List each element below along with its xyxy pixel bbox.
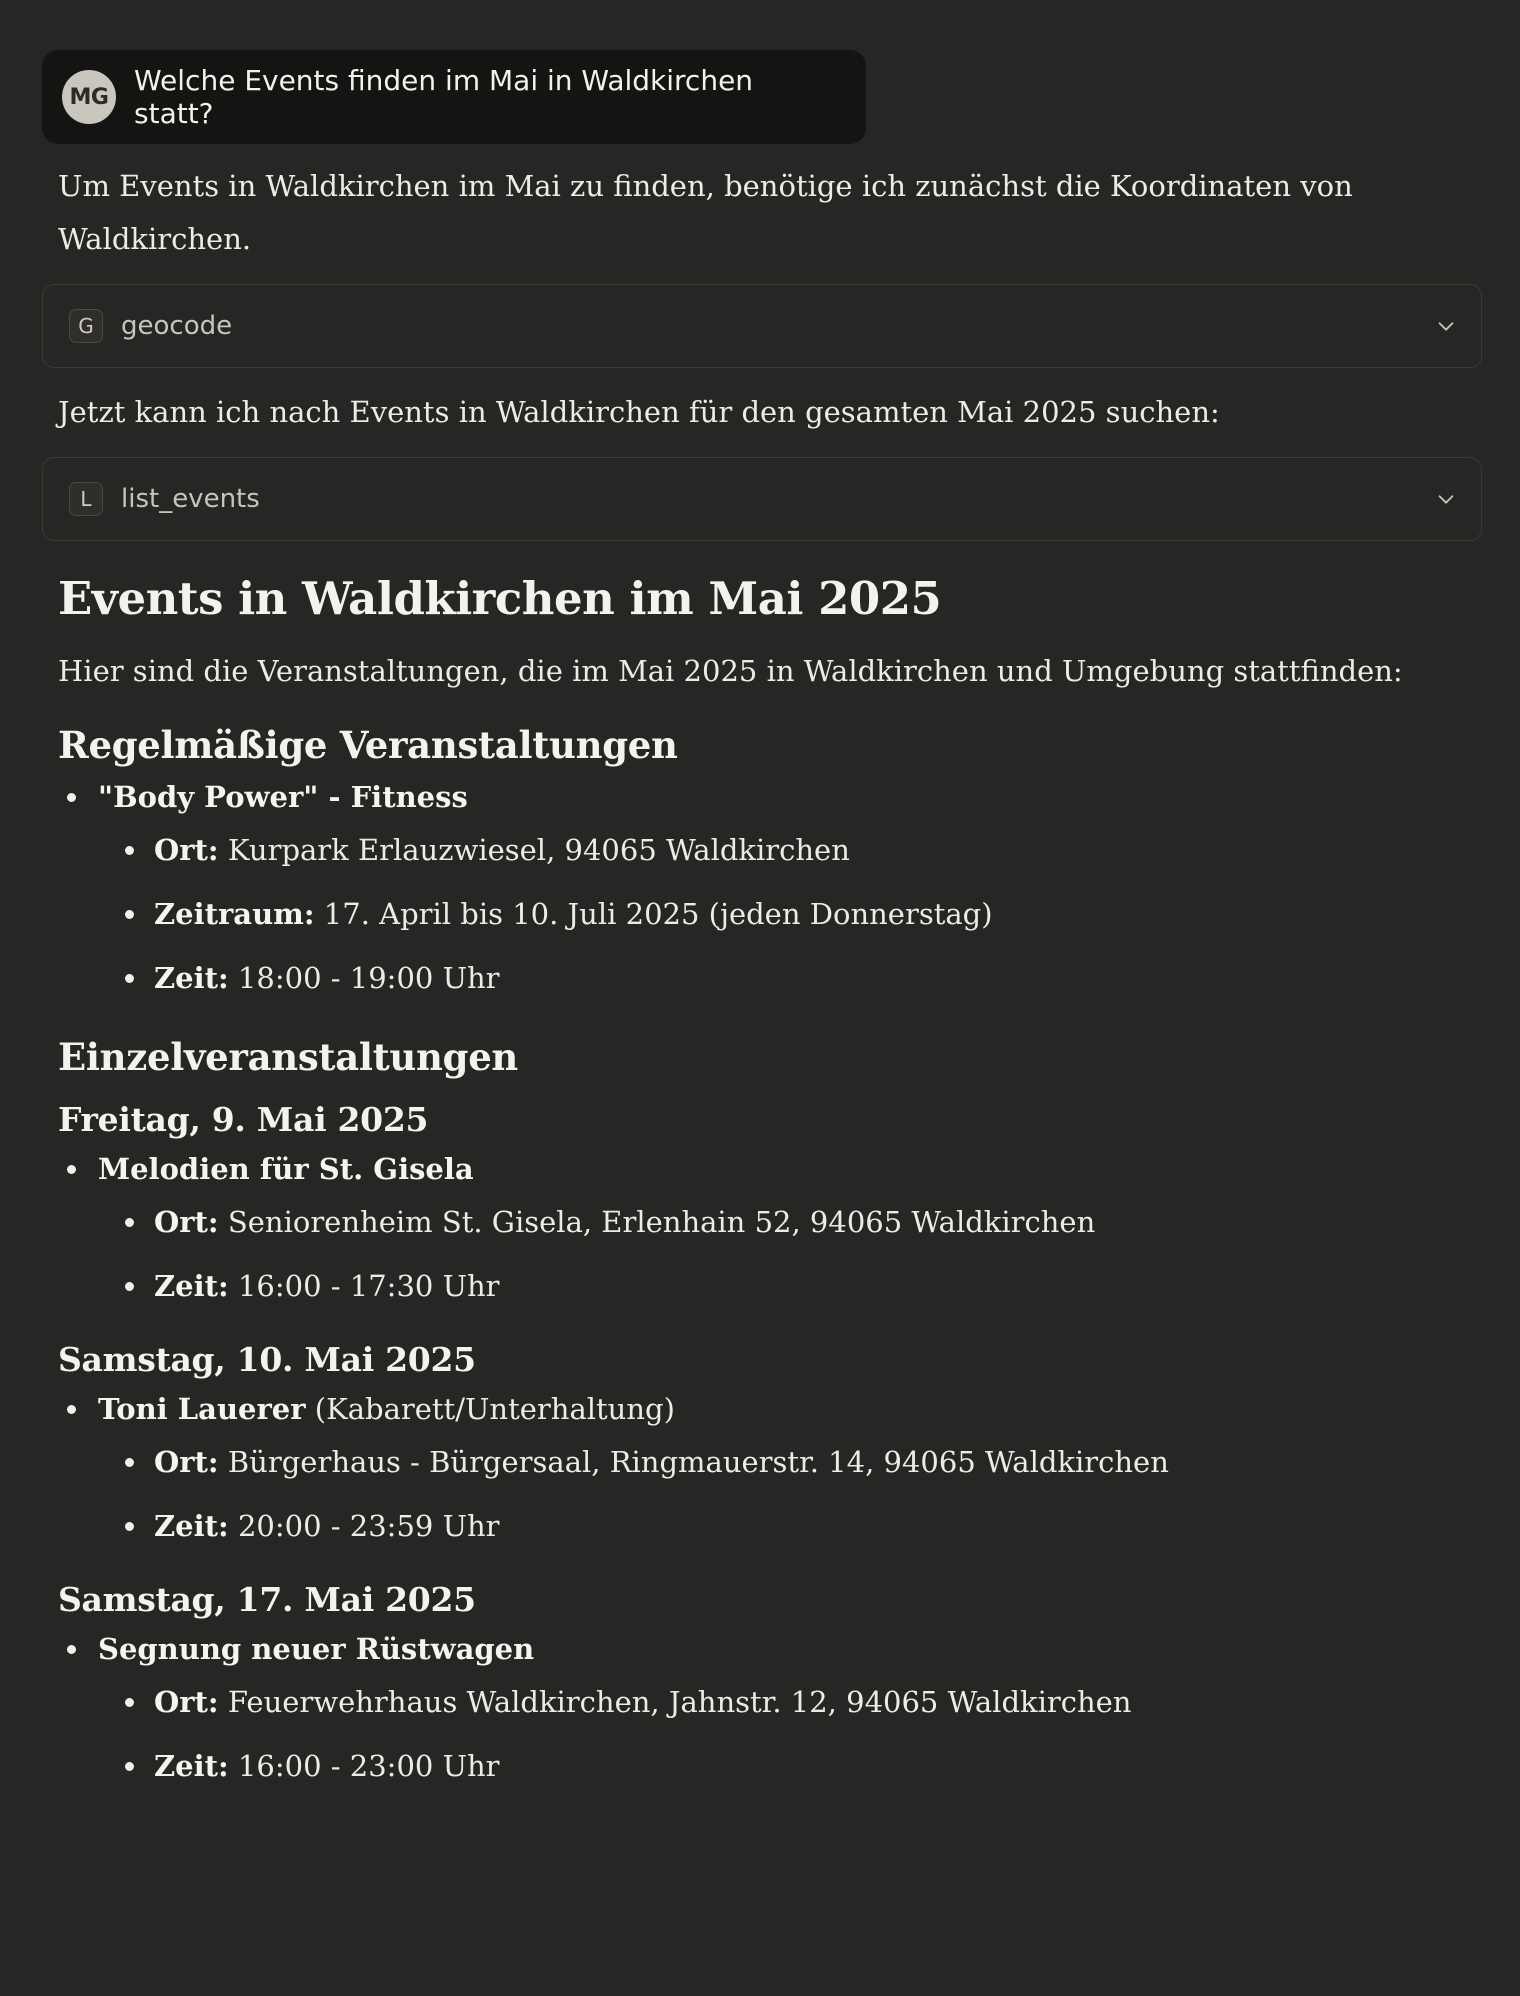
chevron-down-icon[interactable] <box>1435 488 1457 510</box>
detail-label: Zeitraum: <box>154 897 315 931</box>
detail-label: Zeit: <box>154 1509 229 1543</box>
tool-call-geocode[interactable]: G geocode <box>42 284 1482 368</box>
detail-item: Zeit: 20:00 - 23:59 Uhr <box>98 1504 1482 1548</box>
detail-value: Kurpark Erlauzwiesel, 94065 Waldkirchen <box>227 833 850 867</box>
list-item: Toni Lauerer (Kabarett/Unterhaltung) Ort… <box>42 1386 1482 1548</box>
detail-value: Seniorenheim St. Gisela, Erlenhain 52, 9… <box>227 1205 1096 1239</box>
detail-item: Zeit: 18:00 - 19:00 Uhr <box>98 956 1482 1000</box>
detail-value: 16:00 - 17:30 Uhr <box>237 1269 500 1303</box>
tool-letter-icon: L <box>69 482 103 516</box>
list-item: "Body Power" - Fitness Ort: Kurpark Erla… <box>42 774 1482 1000</box>
tool-call-name: geocode <box>121 311 233 341</box>
event-name: Toni Lauerer <box>98 1392 306 1426</box>
date-heading: Samstag, 17. Mai 2025 <box>58 1580 476 1619</box>
detail-item: Zeit: 16:00 - 23:00 Uhr <box>98 1744 1482 1788</box>
section-title-regular: Regelmäßige Veranstaltungen <box>58 723 678 767</box>
detail-value: 17. April bis 10. Juli 2025 (jeden Donne… <box>323 897 993 931</box>
detail-value: 18:00 - 19:00 Uhr <box>237 961 500 995</box>
detail-label: Zeit: <box>154 961 229 995</box>
detail-value: 16:00 - 23:00 Uhr <box>237 1749 500 1783</box>
date-heading: Samstag, 10. Mai 2025 <box>58 1340 476 1379</box>
date-heading: Freitag, 9. Mai 2025 <box>58 1100 429 1139</box>
detail-value: Bürgerhaus - Bürgersaal, Ringmauerstr. 1… <box>227 1445 1169 1479</box>
detail-item: Ort: Kurpark Erlauzwiesel, 94065 Waldkir… <box>98 828 1482 872</box>
day-events-list: Toni Lauerer (Kabarett/Unterhaltung) Ort… <box>42 1386 1482 1548</box>
detail-item: Ort: Seniorenheim St. Gisela, Erlenhain … <box>98 1200 1482 1244</box>
list-item: Melodien für St. Gisela Ort: Seniorenhei… <box>42 1146 1482 1308</box>
detail-value: 20:00 - 23:59 Uhr <box>237 1509 500 1543</box>
detail-item: Ort: Bürgerhaus - Bürgersaal, Ringmauers… <box>98 1440 1482 1484</box>
response-heading: Events in Waldkirchen im Mai 2025 <box>58 572 942 625</box>
response-intro: Hier sind die Veranstaltungen, die im Ma… <box>58 654 1403 688</box>
event-name: Melodien für St. Gisela <box>98 1152 474 1186</box>
detail-label: Ort: <box>154 1685 219 1719</box>
user-message-bubble: MG Welche Events finden im Mai in Waldki… <box>42 50 866 144</box>
detail-label: Ort: <box>154 1205 219 1239</box>
detail-label: Zeit: <box>154 1749 229 1783</box>
event-details: Ort: Kurpark Erlauzwiesel, 94065 Waldkir… <box>98 828 1482 1000</box>
section-title-single: Einzelveranstaltungen <box>58 1035 519 1079</box>
chevron-down-icon[interactable] <box>1435 315 1457 337</box>
day-events-list: Segnung neuer Rüstwagen Ort: Feuerwehrha… <box>42 1626 1482 1788</box>
list-item: Segnung neuer Rüstwagen Ort: Feuerwehrha… <box>42 1626 1482 1788</box>
event-details: Ort: Bürgerhaus - Bürgersaal, Ringmauers… <box>98 1440 1482 1548</box>
assistant-intro-paragraph: Um Events in Waldkirchen im Mai zu finde… <box>58 169 1353 256</box>
tool-call-name: list_events <box>121 484 260 514</box>
avatar[interactable]: MG <box>62 70 116 124</box>
detail-label: Ort: <box>154 833 219 867</box>
event-category: (Kabarett/Unterhaltung) <box>314 1392 675 1426</box>
detail-item: Zeitraum: 17. April bis 10. Juli 2025 (j… <box>98 892 1482 936</box>
event-details: Ort: Feuerwehrhaus Waldkirchen, Jahnstr.… <box>98 1680 1482 1788</box>
assistant-between-paragraph: Jetzt kann ich nach Events in Waldkirche… <box>58 395 1220 429</box>
event-name: "Body Power" - Fitness <box>98 780 468 814</box>
detail-label: Zeit: <box>154 1269 229 1303</box>
user-message-text: Welche Events finden im Mai in Waldkirch… <box>134 64 754 130</box>
tool-letter-icon: G <box>69 309 103 343</box>
event-name: Segnung neuer Rüstwagen <box>98 1632 535 1666</box>
regular-events-list: "Body Power" - Fitness Ort: Kurpark Erla… <box>42 774 1482 1000</box>
detail-item: Ort: Feuerwehrhaus Waldkirchen, Jahnstr.… <box>98 1680 1482 1724</box>
detail-label: Ort: <box>154 1445 219 1479</box>
tool-call-list-events[interactable]: L list_events <box>42 457 1482 541</box>
event-details: Ort: Seniorenheim St. Gisela, Erlenhain … <box>98 1200 1482 1308</box>
day-events-list: Melodien für St. Gisela Ort: Seniorenhei… <box>42 1146 1482 1308</box>
conversation: MG Welche Events finden im Mai in Waldki… <box>42 50 1482 1788</box>
detail-value: Feuerwehrhaus Waldkirchen, Jahnstr. 12, … <box>227 1685 1132 1719</box>
detail-item: Zeit: 16:00 - 17:30 Uhr <box>98 1264 1482 1308</box>
